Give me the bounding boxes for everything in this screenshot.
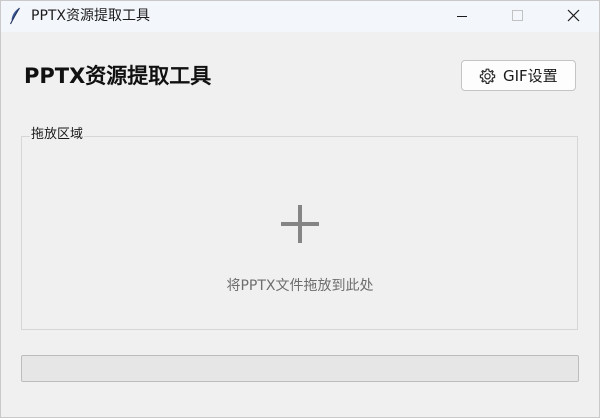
drop-hint-text: 将PPTX文件拖放到此处 xyxy=(226,278,374,294)
progress-bar xyxy=(21,355,579,382)
feather-icon xyxy=(10,7,20,25)
maximize-button[interactable] xyxy=(494,1,540,32)
drop-zone-legend: 拖放区域 xyxy=(30,126,85,144)
close-button[interactable] xyxy=(550,1,596,32)
window-title: PPTX资源提取工具 xyxy=(31,8,151,24)
page-title: PPTX资源提取工具 xyxy=(24,64,212,88)
plus-icon xyxy=(281,205,319,243)
gear-icon xyxy=(479,68,496,84)
minimize-button[interactable] xyxy=(439,1,485,32)
gif-settings-label: GIF设置 xyxy=(503,67,558,85)
app-window: PPTX资源提取工具 PPTX资源提取工具 GIF设置 拖放区域 将PPTX文件… xyxy=(0,0,600,418)
gif-settings-button[interactable]: GIF设置 xyxy=(461,60,576,91)
minimize-icon xyxy=(457,16,467,17)
close-icon xyxy=(567,9,580,22)
maximize-icon xyxy=(512,10,523,21)
title-bar[interactable]: PPTX资源提取工具 xyxy=(1,1,599,32)
